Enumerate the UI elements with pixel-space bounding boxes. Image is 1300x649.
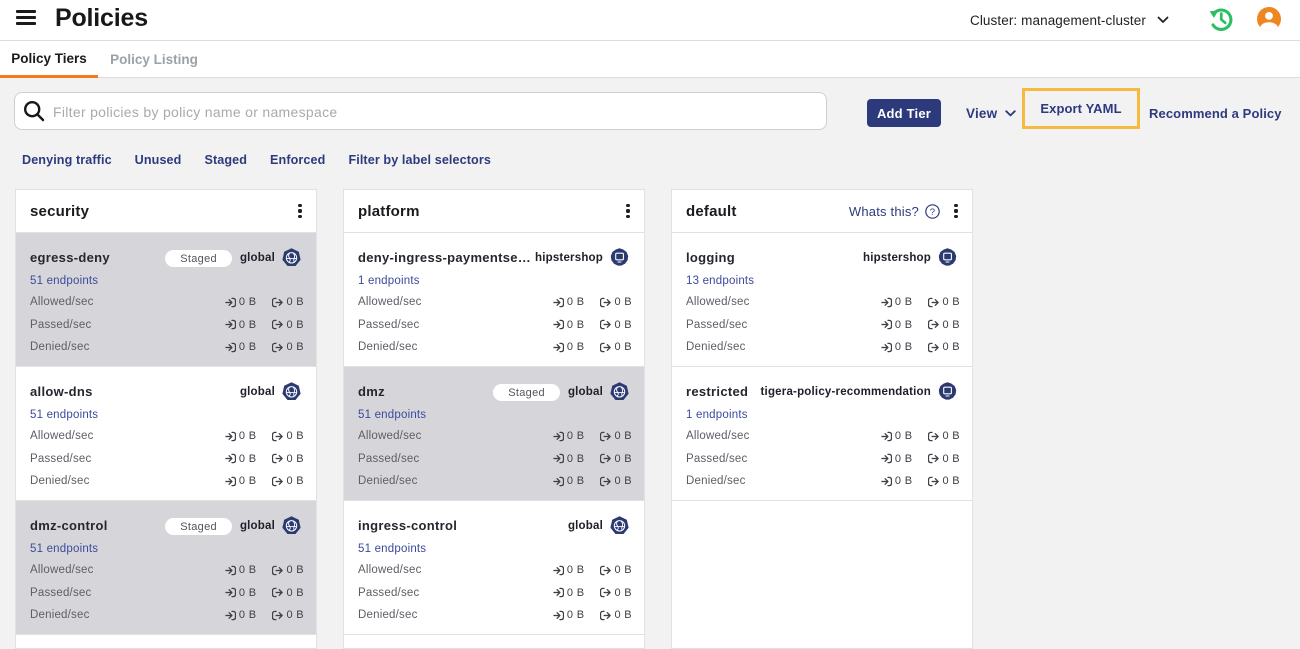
svg-text:?: ?: [930, 206, 935, 217]
